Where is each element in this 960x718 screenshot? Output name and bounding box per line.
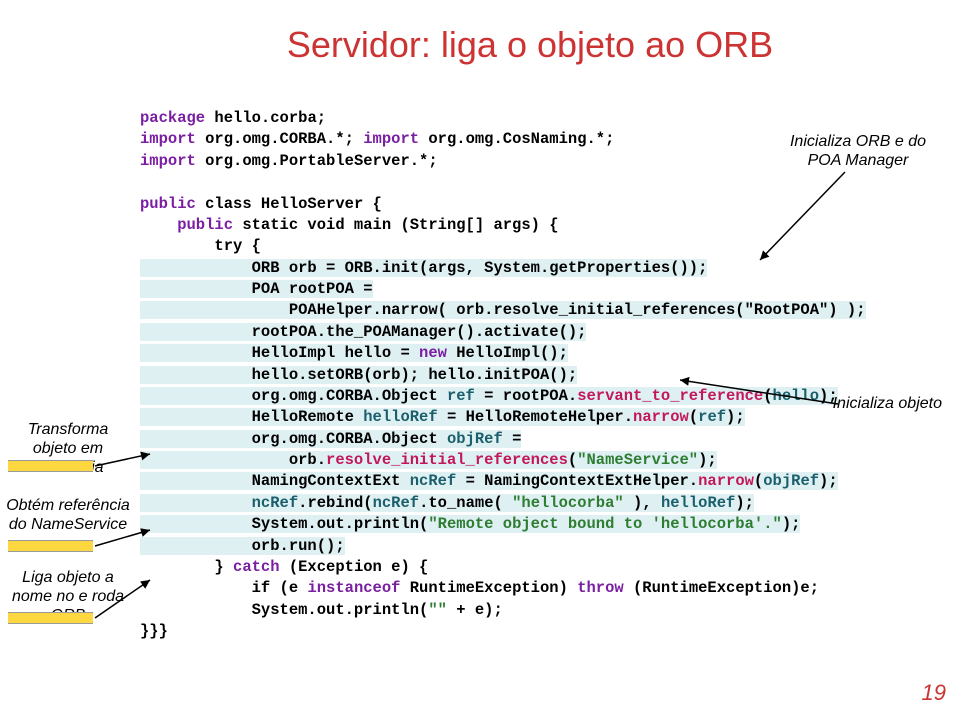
code-text: = NamingContextExtHelper. [456,472,698,490]
code-hl: POA rootPOA = [140,280,373,298]
code-text: org.omg.PortableServer.*; [196,152,438,170]
code-text: System.out.println( [140,601,428,619]
code-text: .rebind( [298,494,372,512]
str: "hellocorba" [512,494,624,512]
kw: throw [577,579,624,597]
annotation-obtem: Obtém referência do NameService [4,496,132,534]
code-hl: hello.setORB(orb); hello.initPOA(); [140,366,577,384]
code-text: = rootPOA. [475,387,577,405]
code-text: + e); [447,601,503,619]
kw: helloRef [661,494,735,512]
code-text: ); [726,408,745,426]
str: "" [428,601,447,619]
code-text: org.omg.CORBA.Object [140,387,447,405]
code-text: ), [624,494,661,512]
kw: instanceof [307,579,400,597]
str: "Remote object bound to 'hellocorba'." [428,515,781,533]
kw: new [419,344,447,362]
code-text: }}} [140,621,940,642]
kw: narrow [698,472,754,490]
kw: ncRef [373,494,420,512]
code-text: static void main (String[] args) { [233,216,559,234]
kw: package [140,109,205,127]
code-text: HelloRemote [140,408,363,426]
code-hl: ORB orb = ORB.init(args, System.getPrope… [140,259,707,277]
code-hl: POAHelper.narrow( orb.resolve_initial_re… [140,301,866,319]
code-text: RuntimeException) [400,579,577,597]
code-text: org.omg.CosNaming.*; [419,130,614,148]
kw: public [140,195,196,213]
code-block: package hello.corba; import org.omg.CORB… [140,108,940,642]
kw: helloRef [363,408,437,426]
code-text: org.omg.CORBA.*; [196,130,363,148]
kw: ref [447,387,475,405]
highlight-bar [8,460,93,472]
code-text: HelloImpl hello = [140,344,419,362]
code-text: (Exception e) { [280,558,429,576]
page-number: 19 [922,680,946,706]
code-text: ); [735,494,754,512]
code-text [140,494,252,512]
code-text: ( [763,387,772,405]
code-text: .to_name( [419,494,512,512]
code-text: ( [754,472,763,490]
code-hl: orb.run(); [140,537,345,555]
kw: import [140,130,196,148]
highlight-bar [8,540,93,552]
code-text: System.out.println( [140,515,428,533]
code-text: ( [568,451,577,469]
annotation-init-obj: Inicializa objeto [792,394,942,413]
code-text [140,172,940,193]
code-text: ); [698,451,717,469]
kw: ncRef [410,472,457,490]
kw: resolve_initial_references [326,451,568,469]
highlight-bar [8,612,93,624]
kw: objRef [447,430,503,448]
code-hl: rootPOA.the_POAManager().activate(); [140,323,586,341]
code-text: = HelloRemoteHelper. [438,408,633,426]
kw: public [140,216,233,234]
code-text: = [503,430,522,448]
code-text: class HelloServer { [196,195,382,213]
code-text: HelloImpl(); [447,344,568,362]
annotation-init-orb: Inicializa ORB e do POA Manager [778,132,938,170]
kw: ref [698,408,726,426]
code-text: ); [819,472,838,490]
code-text: (RuntimeException)e; [624,579,819,597]
kw: catch [233,558,280,576]
kw: servant_to_reference [577,387,763,405]
str: "NameService" [577,451,698,469]
code-text: if (e [140,579,307,597]
kw: objRef [763,472,819,490]
kw: ncRef [252,494,299,512]
kw: narrow [633,408,689,426]
kw: import [140,152,196,170]
code-text: NamingContextExt [140,472,410,490]
code-text: org.omg.CORBA.Object [140,430,447,448]
slide-title: Servidor: liga o objeto ao ORB [0,0,960,66]
kw: import [363,130,419,148]
code-text: orb. [140,451,326,469]
code-text: } [140,558,233,576]
code-text: ); [782,515,801,533]
code-text: try { [140,236,940,257]
code-text: ( [689,408,698,426]
code-text: hello.corba; [205,109,326,127]
